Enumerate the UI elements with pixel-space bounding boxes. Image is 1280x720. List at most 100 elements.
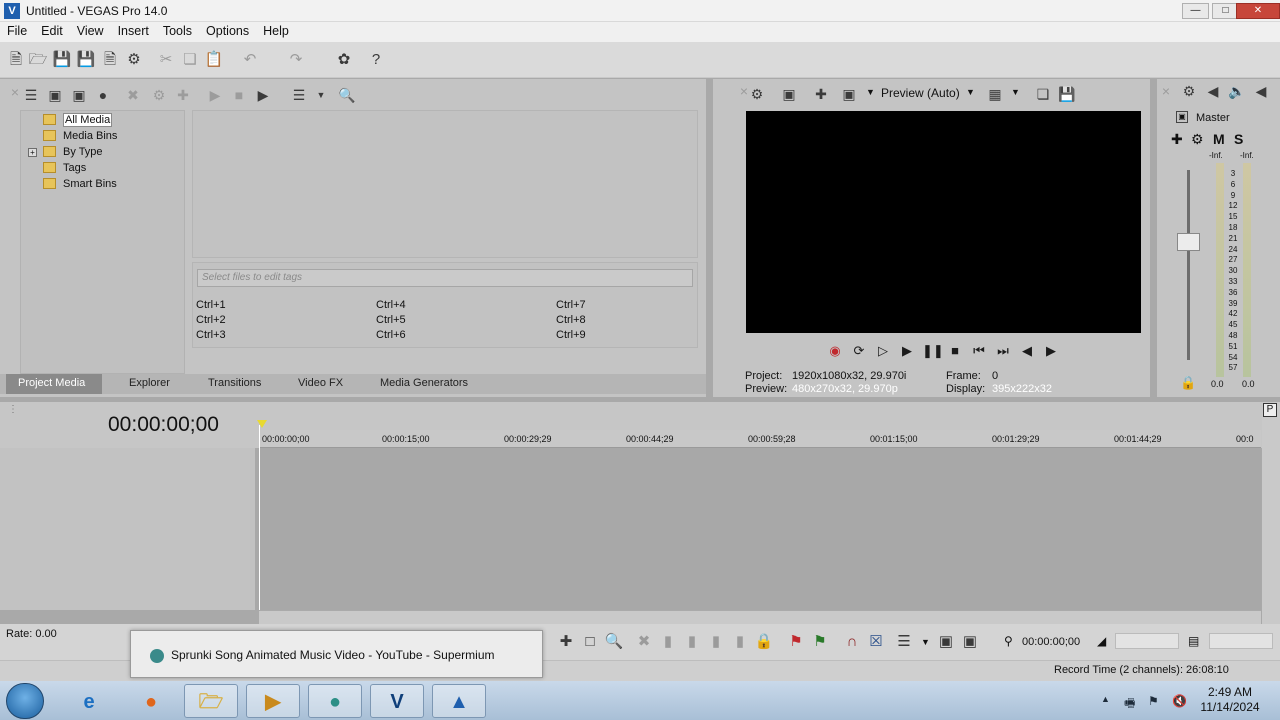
tree-item-by-type[interactable]: By Type — [43, 144, 103, 159]
master-fx-icon[interactable]: ✚ — [1171, 131, 1183, 148]
trim-end-icon[interactable]: ▮ — [706, 632, 726, 652]
overlays-grid-icon[interactable]: ▦ — [986, 85, 1004, 103]
minimize-button[interactable]: — — [1182, 3, 1209, 19]
lock-event-icon[interactable]: 🔒 — [754, 632, 774, 652]
downmix-icon[interactable]: ◀ — [1204, 82, 1222, 100]
pause-icon[interactable]: ❚❚ — [922, 343, 944, 359]
timeline-menu-icon[interactable]: P — [1263, 403, 1277, 417]
trim-start-icon[interactable]: ▮ — [682, 632, 702, 652]
internet-explorer-icon[interactable]: e — [62, 684, 116, 718]
master-fx-gear-icon[interactable]: ⚙ — [1191, 131, 1204, 148]
zoom-tool-icon[interactable]: 🔍 — [604, 632, 624, 652]
menu-tools[interactable]: Tools — [156, 22, 199, 38]
views-icon[interactable]: ☰ — [290, 86, 308, 104]
cursor-position-time[interactable]: 00:00:00;00 — [1022, 636, 1080, 648]
tab-explorer[interactable]: Explorer — [129, 377, 170, 389]
search-icon[interactable]: 🔍 — [338, 86, 356, 104]
preview-settings-gear-icon[interactable]: ⚙ — [748, 85, 766, 103]
lock-icon[interactable]: 🔒 — [1180, 375, 1196, 391]
copy-icon[interactable]: ❏ — [180, 50, 200, 70]
tab-transitions[interactable]: Transitions — [208, 377, 261, 389]
split-icon[interactable]: ▮ — [730, 632, 750, 652]
import-media-icon[interactable]: ☰ — [22, 86, 40, 104]
menu-file[interactable]: File — [0, 22, 34, 38]
normal-edit-tool-icon[interactable]: ✚ — [556, 632, 576, 652]
play-media-icon[interactable]: ▶ — [206, 86, 224, 104]
paste-icon[interactable]: 📋 — [204, 50, 224, 70]
panel-close-icon[interactable]: × — [1157, 82, 1175, 100]
insert-region-icon[interactable]: ⚑ — [810, 632, 830, 652]
supermium-browser-icon[interactable]: ● — [308, 684, 362, 718]
volume-fader-knob[interactable] — [1177, 233, 1200, 251]
chevron-down-icon[interactable]: ▼ — [966, 87, 975, 97]
split-screen-icon[interactable]: ✚ — [812, 85, 830, 103]
solo-button[interactable]: S — [1234, 131, 1243, 147]
action-center-flag-icon[interactable]: ⚑ — [1148, 694, 1159, 708]
capture-video-icon[interactable]: ▣ — [46, 86, 64, 104]
chevron-down-icon[interactable]: ▼ — [921, 637, 930, 647]
next-frame-icon[interactable]: ▶ — [1042, 343, 1060, 359]
external-monitor-icon[interactable]: ▣ — [780, 85, 798, 103]
media-fx-icon[interactable]: ⚙ — [150, 86, 168, 104]
record-icon[interactable]: ◉ — [826, 343, 844, 359]
preview-quality-select[interactable]: Preview (Auto) — [881, 86, 960, 100]
trim-icon[interactable]: ▮ — [658, 632, 678, 652]
open-icon[interactable]: 🗁 — [28, 50, 48, 70]
go-to-start-icon[interactable]: ⏮ — [970, 343, 988, 359]
timeline-tracks[interactable] — [259, 448, 1261, 610]
play-from-start-icon[interactable]: ▷ — [874, 343, 892, 359]
vegas-taskbar-icon[interactable]: ▲ — [432, 684, 486, 718]
selection-tool-icon[interactable]: □ — [580, 632, 600, 652]
render-icon[interactable]: 🗎 — [100, 50, 120, 70]
tree-item-tags[interactable]: Tags — [43, 160, 86, 175]
selection-length-field[interactable] — [1115, 633, 1179, 649]
mute-button[interactable]: M — [1213, 131, 1225, 147]
remove-media-icon[interactable]: ✖ — [124, 86, 142, 104]
track-list[interactable] — [0, 448, 255, 610]
delete-icon[interactable]: ✖ — [634, 632, 654, 652]
views-dropdown-icon[interactable]: ▼ — [312, 86, 330, 104]
video-fx-icon[interactable]: ▣ — [840, 85, 858, 103]
selection-range-field[interactable] — [1209, 633, 1273, 649]
timeline-vertical-scrollbar[interactable] — [1262, 402, 1280, 624]
cut-icon[interactable]: ✂ — [156, 50, 176, 70]
speaker-icon[interactable]: 🔈 — [1228, 82, 1246, 100]
start-button-windows-icon[interactable] — [6, 683, 44, 719]
taskbar-thumbnail-tooltip[interactable]: Sprunki Song Animated Music Video - YouT… — [130, 630, 543, 678]
plugin-chain-icon[interactable]: ✚ — [174, 86, 192, 104]
loop-playback-icon[interactable]: ⟳ — [850, 343, 868, 359]
firefox-icon[interactable]: ● — [124, 684, 178, 718]
dim-output-icon[interactable]: ◀ — [1252, 82, 1270, 100]
lock-envelopes-icon[interactable]: ▣ — [936, 632, 956, 652]
volume-muted-icon[interactable]: 🔇 — [1172, 694, 1187, 708]
auto-preview-icon[interactable]: ▶ — [254, 86, 272, 104]
copy-snapshot-icon[interactable]: ❏ — [1034, 85, 1052, 103]
media-player-icon[interactable]: ▶ — [246, 684, 300, 718]
tab-video-fx[interactable]: Video FX — [298, 377, 343, 389]
save-icon[interactable]: 💾 — [52, 50, 72, 70]
system-clock[interactable]: 2:49 AM 11/14/2024 — [1190, 685, 1270, 715]
tab-project-media[interactable]: Project Media — [6, 374, 102, 394]
file-explorer-icon[interactable]: 🗁 — [184, 684, 238, 718]
get-media-icon[interactable]: ▣ — [70, 86, 88, 104]
menu-options[interactable]: Options — [199, 22, 256, 38]
menu-view[interactable]: View — [70, 22, 111, 38]
play-icon[interactable]: ▶ — [898, 343, 916, 359]
expand-icon[interactable]: + — [28, 148, 37, 157]
time-ruler[interactable]: 00:00:00;00 00:00:15;00 00:00:29;29 00:0… — [259, 430, 1261, 448]
drag-handle-icon[interactable]: ⋮ — [8, 404, 18, 415]
save-as-icon[interactable]: 💾 — [76, 50, 96, 70]
media-list[interactable] — [192, 110, 698, 258]
network-icon[interactable]: 🖷 — [1124, 694, 1135, 715]
stop-icon[interactable]: ■ — [946, 343, 964, 359]
timeline-horizontal-scrollbar[interactable] — [259, 610, 1261, 624]
tree-item-media-bins[interactable]: Media Bins — [43, 128, 117, 143]
maximize-button[interactable]: □ — [1212, 3, 1239, 19]
menu-help[interactable]: Help — [256, 22, 296, 38]
close-button[interactable]: ✕ — [1236, 3, 1280, 19]
show-hidden-icons-icon[interactable]: ▲ — [1101, 694, 1110, 704]
chevron-down-icon[interactable]: ▼ — [1011, 87, 1020, 97]
tag-edit-field[interactable]: Select files to edit tags — [197, 269, 693, 287]
whats-this-help-icon[interactable]: ? — [366, 50, 386, 70]
properties-gear-icon[interactable]: ⚙ — [124, 50, 144, 70]
